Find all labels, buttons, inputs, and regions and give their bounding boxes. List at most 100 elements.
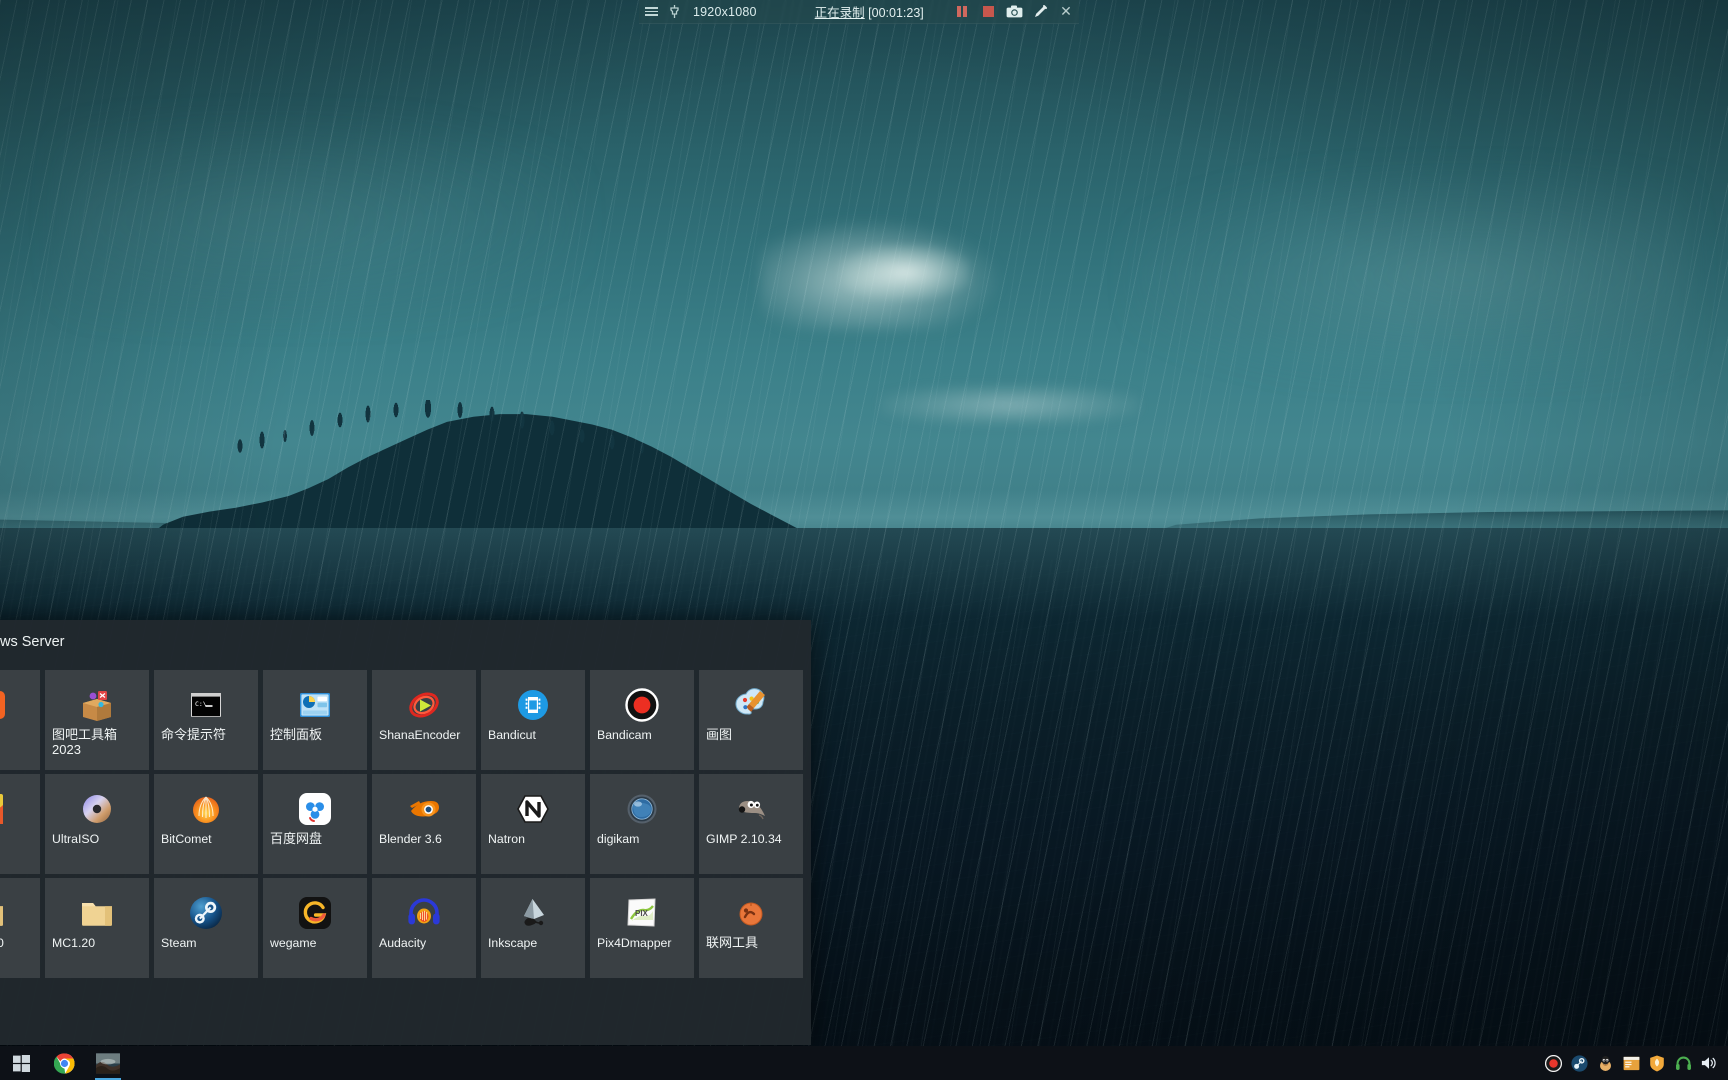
steam-tray-icon[interactable] (1566, 1046, 1592, 1080)
baidu-netdisk-icon (263, 788, 367, 830)
excel-like-icon (0, 788, 40, 830)
start-tile-label: Pix4Dmapper (597, 936, 672, 950)
start-tile-label: Blender 3.6 (379, 832, 442, 846)
windows-start-icon[interactable] (0, 1046, 42, 1080)
qq-tray-icon[interactable] (1592, 1046, 1618, 1080)
start-tile[interactable]: PIX Pix4Dmapper (590, 878, 694, 978)
start-tile-label: 控制面板 (270, 727, 323, 742)
start-tile-label: ShanaEncoder (379, 728, 461, 742)
start-tile[interactable]: wegame (263, 878, 367, 978)
folder-icon (45, 892, 149, 934)
start-tile[interactable]: 百度网盘 (263, 774, 367, 874)
stop-icon[interactable] (975, 0, 1001, 24)
start-tile[interactable]: Inkscape (481, 878, 585, 978)
cloud-haze-right (1130, 170, 1690, 380)
start-tile[interactable]: 控制面板 (263, 670, 367, 770)
volume-tray-icon[interactable] (1696, 1046, 1722, 1080)
start-tile[interactable]: C:\ 命令提示符 (154, 670, 258, 770)
start-tile-label: 画图 (706, 727, 733, 742)
cloud-haze-left (60, 120, 580, 320)
wegame-icon (263, 892, 367, 934)
pencil-icon[interactable] (1027, 0, 1053, 24)
folder-icon (0, 892, 40, 934)
window-tray-icon[interactable] (1618, 1046, 1644, 1080)
start-tile-label: oneBlock 0 Serve... (0, 936, 4, 950)
pause-icon[interactable] (949, 0, 975, 24)
inkscape-icon (481, 892, 585, 934)
start-tile[interactable]: 图吧工具箱 2023 (45, 670, 149, 770)
start-tile[interactable]: Blender 3.6 (372, 774, 476, 874)
command-prompt-icon: C:\ (154, 684, 258, 726)
gimp-icon (699, 788, 803, 830)
start-tile-label: 联网工具 (706, 935, 759, 950)
start-tile[interactable] (0, 774, 40, 874)
start-tile-label: 命令提示符 (161, 727, 227, 742)
recording-resolution: 1920x1080 (693, 4, 757, 19)
ultraiso-icon (45, 788, 149, 830)
bitcomet-icon (154, 788, 258, 830)
start-menu-panel[interactable]: ws Server 图吧工具箱 2023 C:\ 命令提示符 控制面板 Shan… (0, 620, 811, 1045)
cloud-highlight (840, 245, 970, 300)
close-icon[interactable]: ✕ (1053, 0, 1079, 24)
hamburger-icon[interactable] (639, 0, 663, 24)
island-trees (200, 400, 760, 460)
svg-text:C:\: C:\ (195, 700, 207, 708)
bandicam-icon (590, 684, 694, 726)
recorder-controls: ✕ (949, 0, 1079, 24)
start-tile-label: wegame (270, 936, 317, 950)
taskbar[interactable] (0, 1046, 1728, 1080)
bandicut-icon (481, 684, 585, 726)
svg-text:PIX: PIX (635, 909, 649, 918)
start-tile[interactable]: GIMP 2.10.34 (699, 774, 803, 874)
tile-group-title: ws Server (0, 634, 65, 650)
winrar-icon (0, 684, 40, 726)
recording-timer: [00:01:23] (868, 6, 924, 20)
desktop-screen: 1920x1080 正在录制 [00:01:23] ✕ ws Server 图吧… (0, 0, 1728, 1080)
start-tile-label: Bandicut (488, 728, 536, 742)
system-tray (1540, 1046, 1728, 1080)
start-tile[interactable]: 联网工具 (699, 878, 803, 978)
steam-icon (154, 892, 258, 934)
start-tile[interactable]: oneBlock 0 Serve... (0, 878, 40, 978)
natron-icon (481, 788, 585, 830)
start-tile-label: Audacity (379, 936, 427, 950)
camera-icon[interactable] (1001, 0, 1027, 24)
shanaencoder-icon (372, 684, 476, 726)
start-tile[interactable] (0, 670, 40, 770)
start-tile-label: UltraISO (52, 832, 100, 846)
start-tile[interactable]: Bandicut (481, 670, 585, 770)
start-tile-label: Bandicam (597, 728, 652, 742)
start-tile[interactable]: MC1.20 (45, 878, 149, 978)
start-tile[interactable]: Steam (154, 878, 258, 978)
control-panel-icon (263, 684, 367, 726)
start-tile[interactable]: Natron (481, 774, 585, 874)
paint-icon (699, 684, 803, 726)
start-tile-label: BitComet (161, 832, 212, 846)
start-tile[interactable]: ShanaEncoder (372, 670, 476, 770)
start-tile[interactable]: BitComet (154, 774, 258, 874)
blender-icon (372, 788, 476, 830)
start-tile[interactable]: Audacity (372, 878, 476, 978)
start-tile-label: 百度网盘 (270, 831, 323, 846)
recorder-toolbar[interactable]: 1920x1080 正在录制 [00:01:23] ✕ (639, 0, 1079, 24)
start-tile[interactable]: 画图 (699, 670, 803, 770)
start-tile[interactable]: digikam (590, 774, 694, 874)
chrome-icon[interactable] (42, 1046, 86, 1080)
recording-status: 正在录制 [00:01:23] (815, 2, 924, 21)
wallpaper-app-icon[interactable] (86, 1046, 130, 1080)
network-tool-icon (699, 892, 803, 934)
audacity-icon (372, 892, 476, 934)
start-tile[interactable]: Bandicam (590, 670, 694, 770)
bandicam-tray-icon[interactable] (1540, 1046, 1566, 1080)
tile-grid: 图吧工具箱 2023 C:\ 命令提示符 控制面板 ShanaEncoder B… (0, 670, 803, 978)
headset-tray-icon[interactable] (1670, 1046, 1696, 1080)
start-tile-label: 图吧工具箱 2023 (52, 727, 118, 757)
start-tile-label: GIMP 2.10.34 (706, 832, 782, 846)
start-tile[interactable]: UltraISO (45, 774, 149, 874)
shield-flame-tray-icon[interactable] (1644, 1046, 1670, 1080)
start-tile-label: Inkscape (488, 936, 538, 950)
digikam-icon (590, 788, 694, 830)
start-tile-label: Natron (488, 832, 525, 846)
start-menu-header: ws Server (0, 620, 811, 664)
pin-icon[interactable] (663, 0, 685, 24)
